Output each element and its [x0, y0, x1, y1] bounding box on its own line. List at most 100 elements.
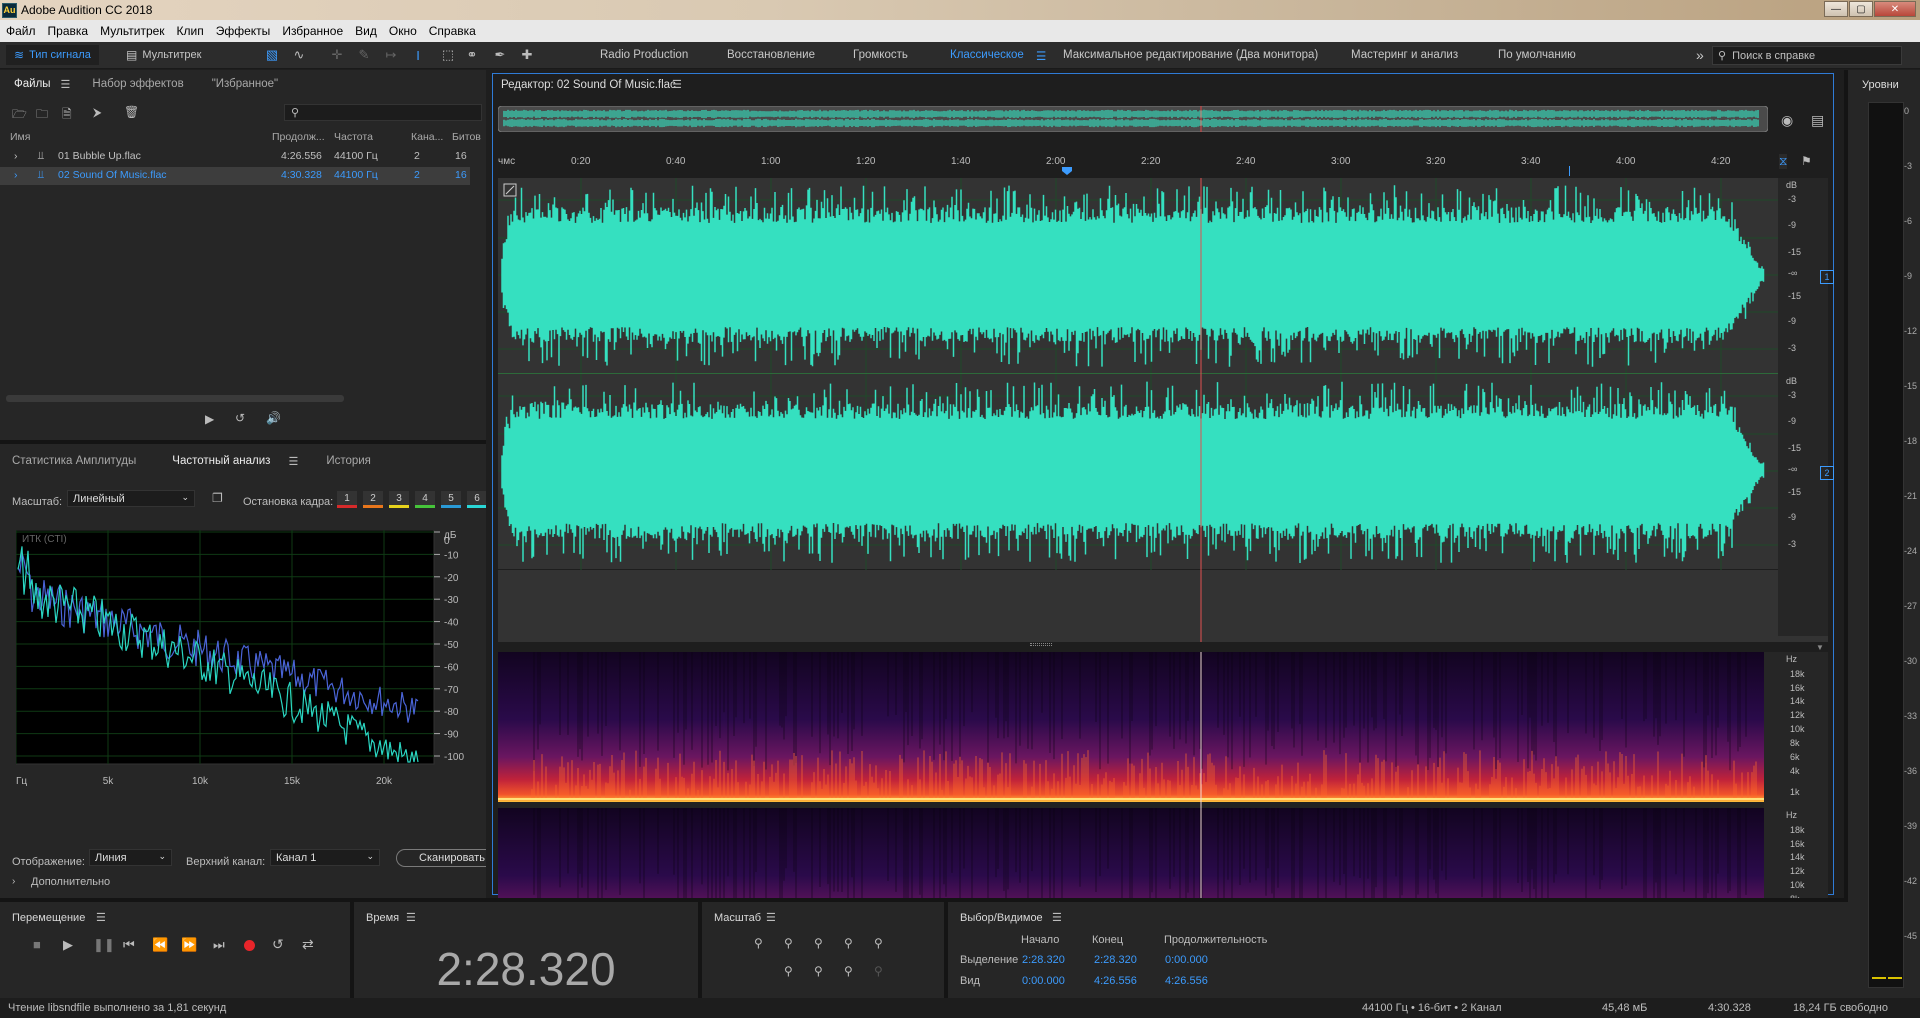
waveform-display[interactable] — [498, 178, 1778, 642]
chevron-right-icon[interactable]: › — [14, 150, 18, 162]
column-name[interactable]: Имя — [10, 131, 30, 143]
scale-select[interactable]: Линейный ⌄ — [67, 490, 195, 507]
zoom-in-amplitude-icon[interactable]: ⚲ — [754, 936, 763, 950]
current-time-display[interactable]: 2:28.320 — [354, 942, 698, 996]
display-resize-handle[interactable] — [1030, 643, 1052, 646]
copy-graph-icon[interactable]: ❐ — [212, 491, 223, 505]
analysis-tab-1[interactable]: Статистика Амплитуды — [0, 455, 144, 467]
panel-menu-icon[interactable]: ☰ — [96, 911, 106, 924]
channel-select[interactable]: Канал 1 ⌄ — [270, 849, 380, 866]
delete-file-icon[interactable]: 🗑 — [124, 105, 139, 119]
waveform-overview[interactable] — [498, 106, 1768, 132]
time-ruler[interactable]: чмс 0:20 0:40 1:00 1:20 1:40 2:00 2:20 2:40 3:00 3… — [498, 156, 1778, 175]
channel-number-2[interactable]: 2 — [1820, 466, 1834, 480]
menu-3[interactable]: Мультитрек — [94, 24, 170, 38]
previous-icon[interactable]: ⏮ — [123, 937, 135, 953]
close-icon[interactable]: ✕ — [1874, 1, 1916, 17]
panel-menu-icon[interactable]: ☰ — [766, 911, 776, 924]
lasso-tool-icon[interactable]: ⚭ — [464, 47, 480, 63]
stop-icon[interactable]: ■ — [33, 937, 41, 952]
panel-menu-icon[interactable]: ☰ — [672, 78, 682, 91]
view-end[interactable]: 4:26.556 — [1094, 975, 1137, 987]
files-tab-3[interactable]: "Избранное" — [198, 78, 292, 90]
menu-4[interactable]: Клип — [171, 24, 210, 38]
rewind-icon[interactable]: ⏪ — [152, 937, 168, 953]
selection-duration[interactable]: 0:00.000 — [1165, 954, 1208, 966]
zoom-selection-in-icon[interactable]: ⚲ — [844, 964, 853, 978]
overview-settings-icon[interactable]: ▤ — [1811, 112, 1824, 129]
zoom-to-selection-icon[interactable]: ⚲ — [814, 964, 823, 978]
freeze-button-6[interactable]: 6 — [467, 491, 487, 508]
zoom-in-point-icon[interactable]: ⚲ — [784, 964, 793, 978]
playhead-marker-icon[interactable] — [1062, 167, 1072, 175]
brush-tool-icon[interactable]: ✒ — [492, 47, 508, 63]
zoom-out-full-icon[interactable]: ⚲ — [874, 936, 883, 950]
record-icon[interactable] — [244, 940, 255, 951]
scan-button[interactable]: Сканировать — [396, 849, 486, 867]
maximize-icon[interactable]: ▢ — [1849, 1, 1873, 17]
autoplay-icon[interactable]: 🔊 — [266, 411, 281, 425]
vertical-zoom-bar[interactable] — [1773, 636, 1828, 642]
advanced-toggle[interactable]: Дополнительно — [31, 876, 110, 888]
column-duration[interactable]: Продолж... — [272, 131, 325, 143]
mode-waveform-button[interactable]: ≋ Тип сигнала — [6, 45, 99, 65]
mode-multitrack-button[interactable]: ▤ Мультитрек — [118, 45, 209, 65]
panel-menu-icon[interactable]: ☰ — [288, 455, 298, 468]
workspace-tab-7[interactable]: По умолчанию — [1498, 49, 1576, 61]
view-start[interactable]: 0:00.000 — [1022, 975, 1065, 987]
workspace-tab-6[interactable]: Мастеринг и анализ — [1351, 49, 1458, 61]
loop-icon[interactable]: ↺ — [272, 936, 284, 953]
file-row[interactable]: › ⫫ 01 Bubble Up.flac 4:26.556 44100 Гц 2 16 — [0, 148, 470, 166]
workspace-tab-4[interactable]: Классическое — [950, 49, 1024, 61]
workspace-tab-1[interactable]: Radio Production — [600, 49, 688, 61]
move-tool-icon[interactable]: ✛ — [329, 47, 345, 63]
file-row[interactable]: › ⫫ 02 Sound Of Music.flac 4:30.328 44100 Гц… — [0, 167, 470, 185]
workspace-tab-2[interactable]: Восстановление — [727, 49, 815, 61]
selection-end[interactable]: 2:28.320 — [1094, 954, 1137, 966]
menu-6[interactable]: Избранное — [276, 24, 349, 38]
workspace-tab-5[interactable]: Максимальное редактирование (Два монитор… — [1063, 49, 1318, 61]
menu-8[interactable]: Окно — [383, 24, 423, 38]
files-search-input[interactable]: ⚲ — [284, 104, 482, 121]
minimize-icon[interactable]: — — [1824, 1, 1848, 17]
next-icon[interactable]: ⏭ — [213, 937, 225, 953]
time-selection-tool-icon[interactable]: I — [410, 47, 426, 63]
new-file-icon[interactable]: 🗎 — [62, 105, 72, 126]
razor-tool-icon[interactable]: ✎ — [356, 47, 372, 63]
freeze-button-4[interactable]: 4 — [415, 491, 435, 508]
column-channels[interactable]: Кана... — [411, 131, 443, 143]
spot-healing-tool-icon[interactable]: ✚ — [519, 47, 535, 63]
freeze-button-1[interactable]: 1 — [337, 491, 357, 508]
files-tab-1[interactable]: Файлы — [0, 78, 55, 90]
skip-selection-icon[interactable]: ⇄ — [302, 936, 314, 953]
zoom-in-time-icon[interactable]: ⚲ — [814, 936, 823, 950]
collapse-icon[interactable]: ▼ — [1816, 643, 1824, 652]
play-icon[interactable]: ▶ — [63, 937, 73, 953]
slip-tool-icon[interactable]: ↦ — [383, 47, 399, 63]
analysis-tab-3[interactable]: История — [298, 455, 379, 467]
column-rate[interactable]: Частота — [334, 131, 373, 143]
marquee-tool-icon[interactable]: ⬚ — [440, 47, 456, 63]
zoom-selection-out-icon[interactable]: ⚲ — [874, 964, 883, 978]
menu-7[interactable]: Вид — [349, 24, 383, 38]
help-search-input[interactable]: ⚲ Поиск в справке — [1712, 46, 1902, 65]
chevron-right-icon[interactable]: › — [14, 169, 18, 181]
play-preview-icon[interactable]: ▶ — [205, 412, 214, 426]
zoom-out-time-icon[interactable]: ⚲ — [844, 936, 853, 950]
fast-forward-icon[interactable]: ⏩ — [181, 937, 197, 953]
panel-menu-icon[interactable]: ☰ — [1052, 911, 1062, 924]
snap-icon[interactable]: ⧖ — [1779, 154, 1788, 169]
open-file-icon[interactable]: 🗁 — [12, 105, 27, 126]
selection-start[interactable]: 2:28.320 — [1022, 954, 1065, 966]
zoom-out-amplitude-icon[interactable]: ⚲ — [784, 936, 793, 950]
spectral-display-icon[interactable]: ∿ — [291, 47, 307, 63]
freeze-button-5[interactable]: 5 — [441, 491, 461, 508]
insert-multitrack-icon[interactable]: ⮞ — [93, 105, 102, 120]
view-duration[interactable]: 4:26.556 — [1165, 975, 1208, 987]
panel-menu-icon[interactable]: ☰ — [61, 78, 71, 91]
panel-menu-icon[interactable]: ☰ — [406, 911, 416, 924]
workspace-menu-icon[interactable]: ☰ — [1036, 49, 1046, 63]
waveform-display-icon[interactable]: ▧ — [264, 47, 280, 63]
files-horizontal-scrollbar[interactable] — [6, 395, 344, 402]
chevron-right-icon[interactable]: › — [12, 876, 15, 887]
